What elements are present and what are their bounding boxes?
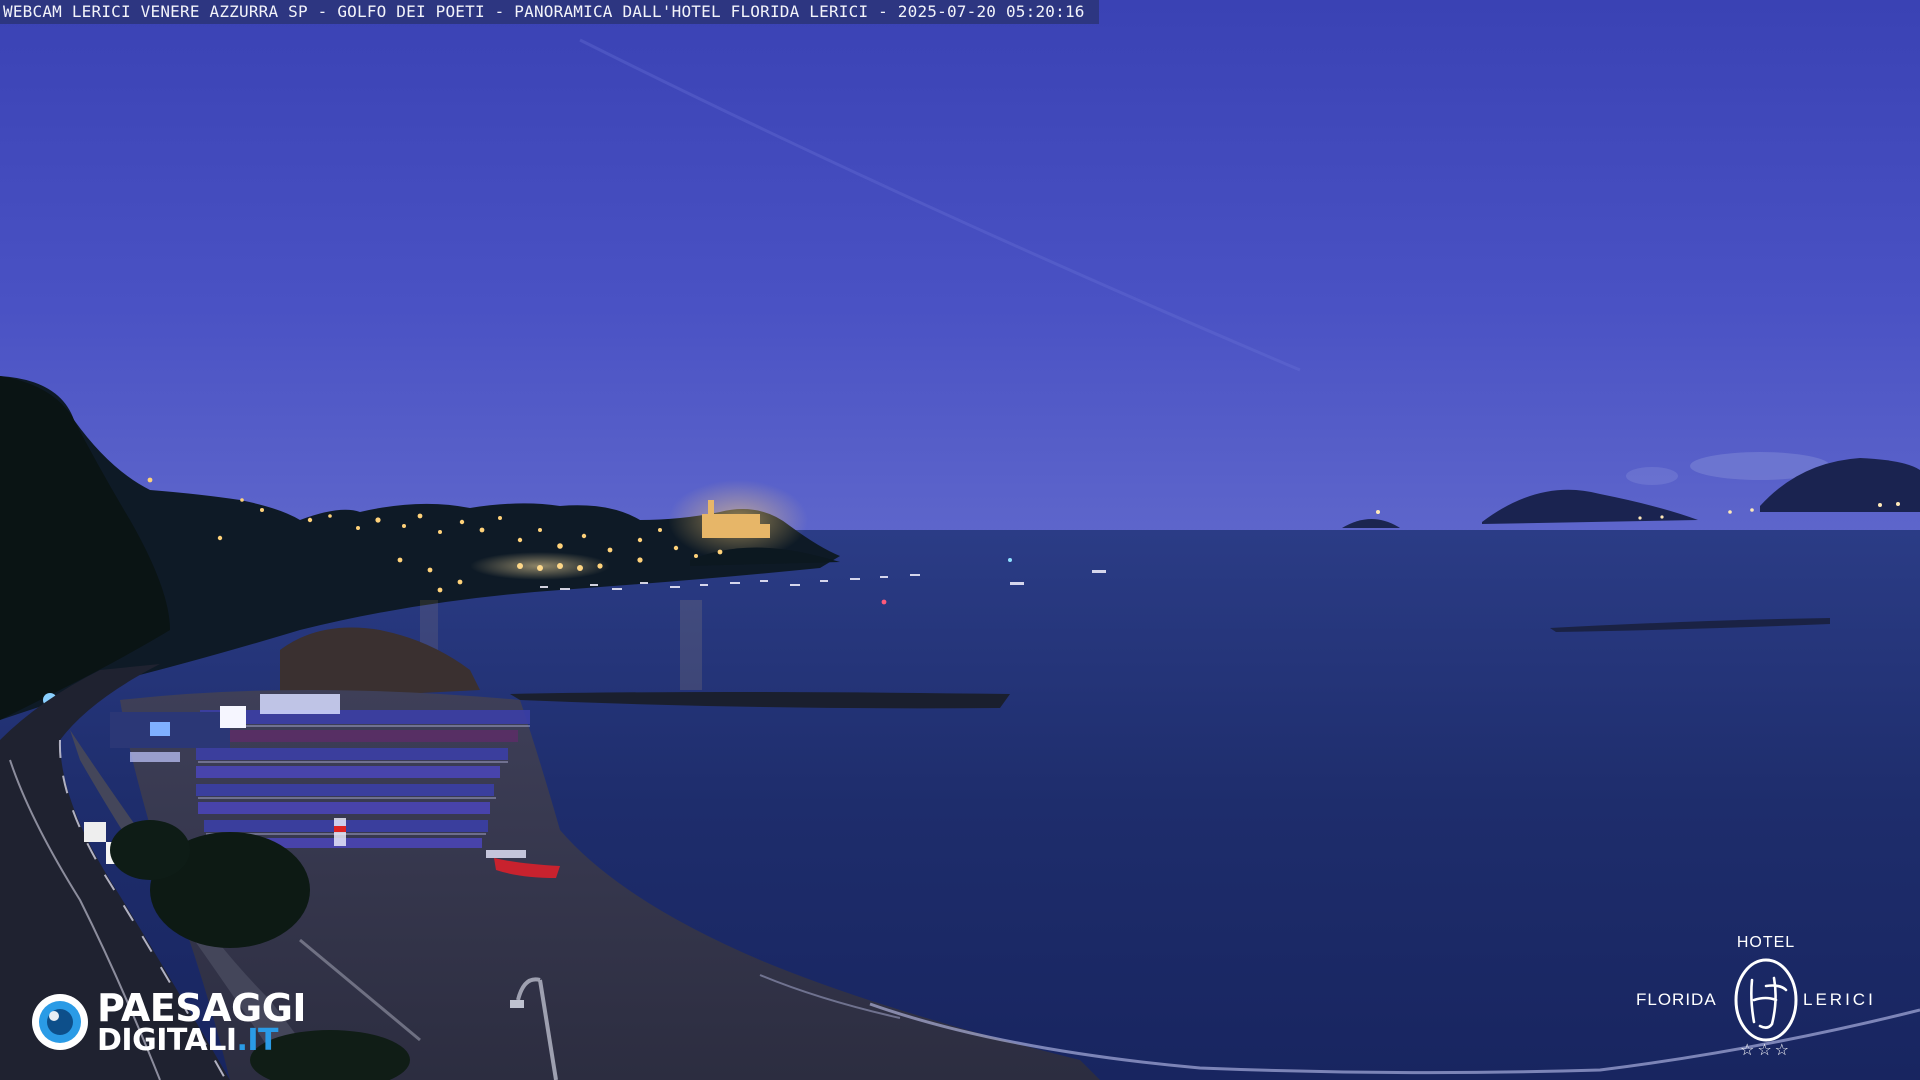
- paesaggi-digitali-logo: PAESAGGI DIGITALI.IT: [30, 988, 340, 1060]
- webcam-frame: WEBCAM LERICI VENERE AZZURRA SP - GOLFO …: [0, 0, 1920, 1080]
- hotel-stars: ☆☆☆: [1739, 1040, 1793, 1059]
- webcam-caption: WEBCAM LERICI VENERE AZZURRA SP - GOLFO …: [0, 0, 1099, 24]
- logo-line-2-main: DIGITALI: [97, 1023, 237, 1058]
- hotel-florida-logo: HOTEL FLORIDA LERICI ☆☆☆: [1630, 934, 1900, 1064]
- landscape-scene: [0, 0, 1920, 1080]
- logo-line-2-tld: .IT: [236, 1023, 279, 1058]
- logo-florida-text: FLORIDA: [1636, 990, 1717, 1009]
- monogram-icon: [1734, 958, 1798, 1042]
- eye-icon: [32, 994, 88, 1050]
- logo-lerici-text: LERICI: [1803, 990, 1876, 1009]
- logo-line-1: PAESAGGI: [97, 986, 307, 1030]
- logo-hotel-text: HOTEL: [1736, 934, 1796, 951]
- logo-line-2: DIGITALI.IT: [97, 1023, 279, 1058]
